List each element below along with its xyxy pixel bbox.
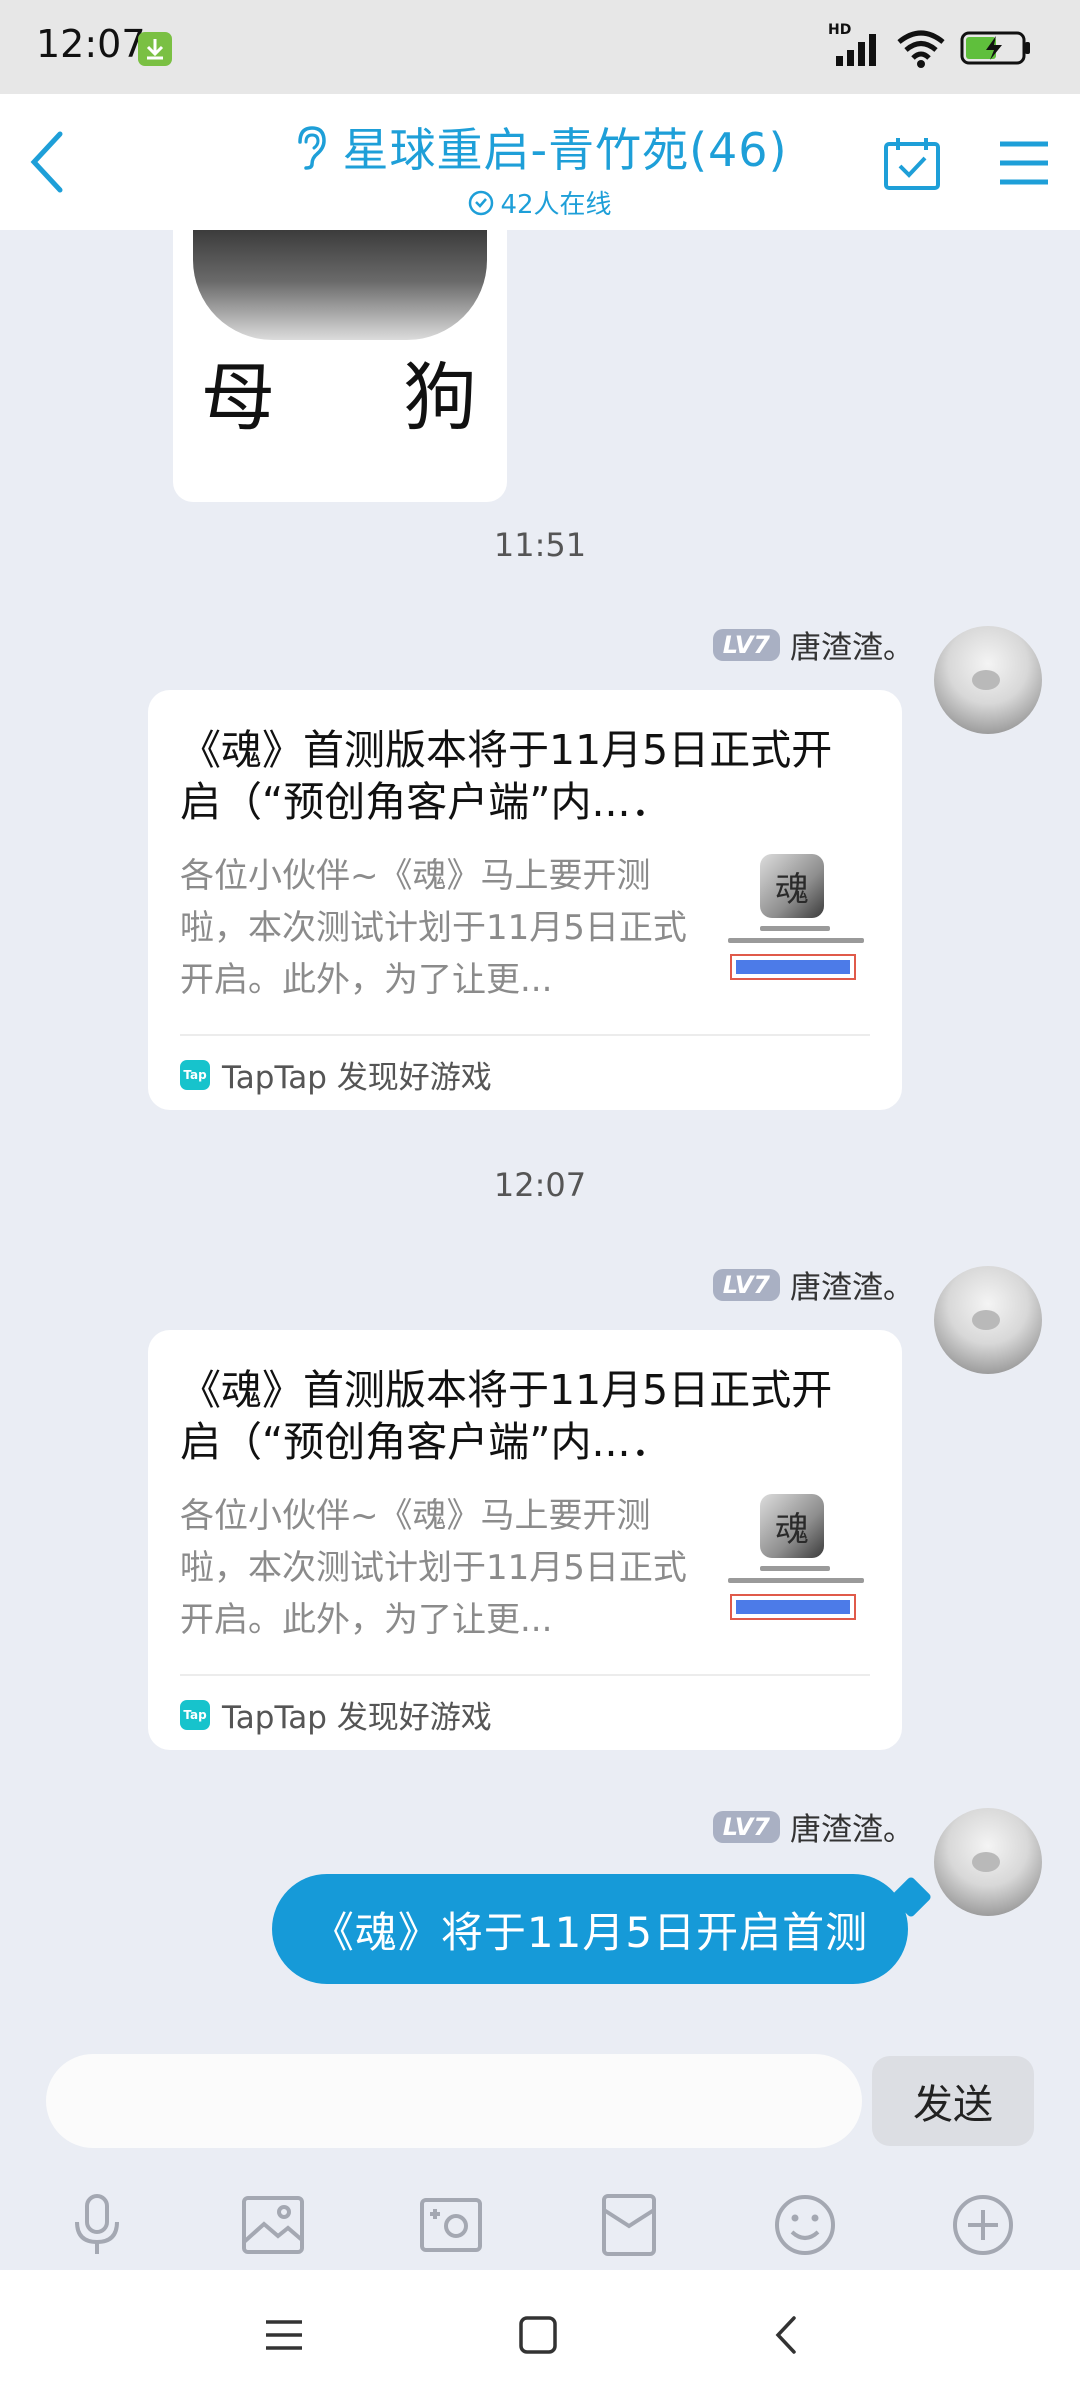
- text-message-bubble[interactable]: 《魂》将于11月5日开启首测: [272, 1874, 908, 1984]
- recent-apps-icon[interactable]: [254, 2310, 314, 2360]
- card-title: 《魂》首测版本将于11月5日正式开启（“预创角客户端”内...．: [180, 1366, 833, 1466]
- source-label: TapTap 发现好游戏: [222, 1060, 492, 1096]
- share-card[interactable]: 《魂》首测版本将于11月5日正式开启（“预创角客户端”内...． 各位小伙伴~《…: [148, 1330, 902, 1750]
- timestamp: 12:07: [493, 1166, 587, 1204]
- taptap-logo-icon: Tap: [180, 1059, 210, 1090]
- signal-icon: HD: [828, 22, 882, 68]
- check-circle-icon: [469, 190, 494, 215]
- wifi-icon: [897, 30, 945, 68]
- level-badge: LV7: [712, 1268, 780, 1301]
- network-type-label: HD: [828, 22, 852, 38]
- share-card[interactable]: 《魂》首测版本将于11月5日正式开启（“预创角客户端”内...． 各位小伙伴~《…: [148, 690, 902, 1110]
- source-label: TapTap 发现好游戏: [222, 1700, 492, 1736]
- level-badge: LV7: [712, 628, 780, 661]
- red-packet-icon[interactable]: [594, 2190, 664, 2260]
- home-icon[interactable]: [508, 2310, 568, 2360]
- back-nav-icon[interactable]: [758, 2310, 818, 2360]
- battery-charging-icon: [960, 31, 1030, 65]
- avatar[interactable]: [934, 1808, 1042, 1916]
- sender-info: LV7 唐渣渣。: [712, 1262, 914, 1307]
- card-divider: [180, 1674, 870, 1676]
- sender-name[interactable]: 唐渣渣。: [790, 1262, 914, 1307]
- card-thumbnail: 魂: [720, 850, 872, 986]
- menu-icon[interactable]: [996, 136, 1052, 190]
- chat-message-list[interactable]: 母 狗 11:51 LV7 唐渣渣。 《魂》首测版本将于11月5日正式开启（“预…: [0, 230, 1080, 2030]
- avatar[interactable]: [934, 626, 1042, 734]
- avatar[interactable]: [934, 1266, 1042, 1374]
- thumb-button: [730, 954, 856, 980]
- sticker-face: [193, 230, 487, 340]
- card-divider: [180, 1034, 870, 1036]
- camera-icon[interactable]: [416, 2190, 486, 2260]
- thumb-text-line: [760, 1566, 830, 1571]
- calendar-check-icon[interactable]: [882, 134, 942, 194]
- game-icon: 魂: [760, 1494, 824, 1558]
- system-nav-bar: [0, 2270, 1080, 2400]
- status-bar: 12:07 HD: [0, 0, 1080, 94]
- sticker-caption-left: 母: [201, 355, 275, 441]
- card-title: 《魂》首测版本将于11月5日正式开启（“预创角客户端”内...．: [180, 726, 833, 826]
- card-description: 各位小伙伴~《魂》马上要开测啦，本次测试计划于11月5日正式开启。此外，为了让更…: [180, 856, 687, 1000]
- sender-name[interactable]: 唐渣渣。: [790, 622, 914, 667]
- card-thumbnail: 魂: [720, 1490, 872, 1626]
- online-status[interactable]: 42人在线: [468, 184, 612, 221]
- sticker-image[interactable]: 母 狗: [173, 230, 507, 502]
- timestamp: 11:51: [493, 526, 587, 564]
- taptap-logo-icon: Tap: [180, 1699, 210, 1730]
- thumb-text-line: [728, 1578, 864, 1583]
- sender-info: LV7 唐渣渣。: [712, 622, 914, 667]
- sticker-caption-right: 狗: [403, 355, 477, 441]
- message-input[interactable]: [46, 2054, 862, 2148]
- card-source: Tap TapTap 发现好游戏: [180, 1692, 492, 1737]
- sender-info: LV7 唐渣渣。: [712, 1804, 914, 1849]
- group-title[interactable]: 星球重启-青竹苑(46): [342, 114, 787, 180]
- image-icon[interactable]: [238, 2190, 308, 2260]
- card-description: 各位小伙伴~《魂》马上要开测啦，本次测试计划于11月5日正式开启。此外，为了让更…: [180, 1496, 687, 1640]
- thumb-button: [730, 1594, 856, 1620]
- game-icon: 魂: [760, 854, 824, 918]
- status-icons: HD: [828, 22, 1032, 70]
- card-source: Tap TapTap 发现好游戏: [180, 1052, 492, 1097]
- mic-icon[interactable]: [62, 2190, 132, 2260]
- ear-icon[interactable]: [292, 124, 328, 170]
- plus-icon[interactable]: [948, 2190, 1018, 2260]
- input-area: 发送: [0, 2030, 1080, 2270]
- send-button[interactable]: 发送: [872, 2056, 1034, 2146]
- sender-name[interactable]: 唐渣渣。: [790, 1804, 914, 1849]
- level-badge: LV7: [712, 1810, 780, 1843]
- emoji-icon[interactable]: [770, 2190, 840, 2260]
- chat-header: 星球重启-青竹苑(46) 42人在线: [0, 94, 1080, 230]
- thumb-text-line: [760, 926, 830, 931]
- online-count: 42人在线: [500, 190, 612, 220]
- download-notification-icon: [138, 32, 172, 66]
- thumb-text-line: [728, 938, 864, 943]
- input-toolbar: [0, 2180, 1080, 2270]
- status-time: 12:07: [36, 22, 146, 66]
